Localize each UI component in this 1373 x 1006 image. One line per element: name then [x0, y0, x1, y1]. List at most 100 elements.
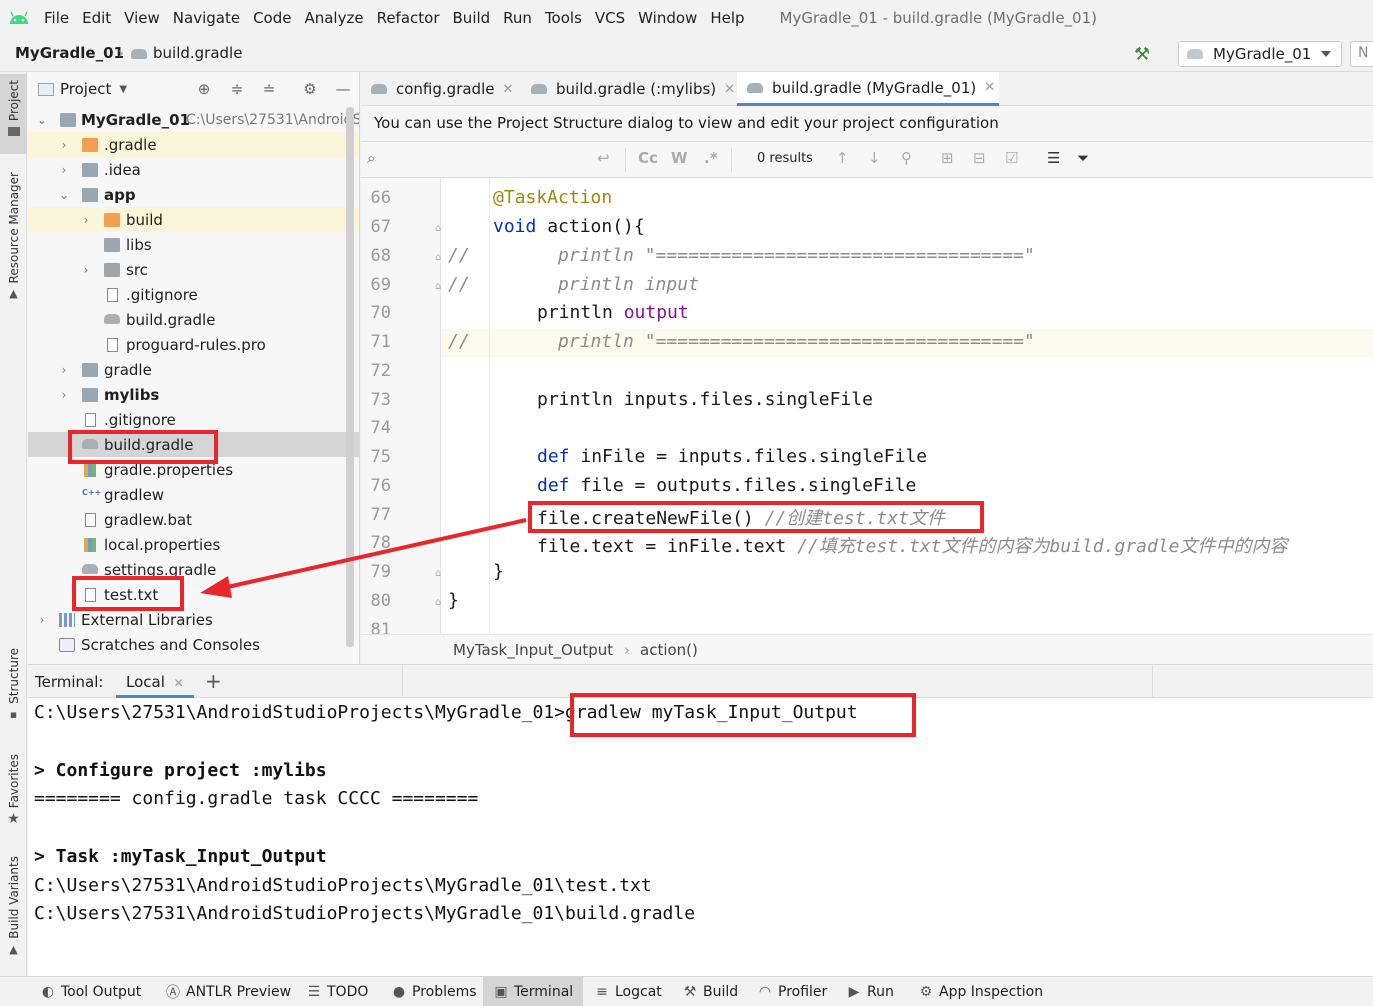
- minimize-icon[interactable]: —: [334, 80, 352, 98]
- close-icon[interactable]: ✕: [174, 676, 184, 690]
- tree-item-build[interactable]: › build: [28, 207, 360, 232]
- menu-build[interactable]: Build: [453, 9, 491, 27]
- add-occurrence-icon[interactable]: ⊞: [941, 149, 954, 167]
- tree-item-gradlew-bat[interactable]: gradlew.bat: [28, 507, 360, 532]
- match-case-button[interactable]: Cc: [638, 149, 658, 167]
- fold-icon[interactable]: ⌂: [435, 252, 441, 263]
- tree-item-src[interactable]: › src: [28, 257, 360, 282]
- tool-tab-build-variants[interactable]: Build Variants ▲: [0, 856, 27, 966]
- tree-item-root[interactable]: ⌄ MyGradle_01 C:\Users\27531\AndroidStud…: [28, 107, 360, 132]
- tree-item-external-libraries[interactable]: › External Libraries: [28, 607, 360, 632]
- pin-icon[interactable]: ⚲: [901, 149, 912, 167]
- tree-item-scratches[interactable]: Scratches and Consoles: [28, 632, 360, 657]
- close-icon[interactable]: ✕: [984, 80, 995, 95]
- tree-item-libs[interactable]: libs: [28, 232, 360, 257]
- project-view-dropdown[interactable]: Project: [60, 80, 111, 98]
- todo-button[interactable]: ☰TODO: [306, 977, 368, 1006]
- build-button[interactable]: ⚒Build: [682, 977, 738, 1006]
- tree-item-mylibs[interactable]: › mylibs: [28, 382, 360, 407]
- menu-refactor[interactable]: Refactor: [377, 9, 440, 27]
- menu-run[interactable]: Run: [503, 9, 532, 27]
- close-icon[interactable]: ✕: [724, 82, 735, 97]
- hammer-build-icon[interactable]: ⚒: [1134, 44, 1150, 65]
- app-inspection-button[interactable]: ⚙App Inspection: [918, 977, 1043, 1006]
- tool-tab-structure[interactable]: Structure ▪: [0, 648, 27, 728]
- whole-word-button[interactable]: W: [671, 149, 688, 167]
- regex-button[interactable]: .*: [704, 149, 718, 167]
- terminal-button[interactable]: ▣Terminal: [483, 977, 583, 1006]
- newline-icon[interactable]: ↩: [597, 149, 610, 167]
- collapse-all-icon[interactable]: ≐: [260, 80, 278, 98]
- tool-tab-favorites[interactable]: Favorites ★: [0, 754, 27, 834]
- problems-button[interactable]: ●Problems: [391, 977, 477, 1006]
- tab-build-gradle-root[interactable]: build.gradle (MyGradle_01) ✕: [737, 72, 999, 106]
- search-icon[interactable]: ⌕: [367, 149, 375, 167]
- add-terminal-icon[interactable]: +: [205, 669, 222, 693]
- tree-item-build-gradle-root[interactable]: build.gradle: [28, 432, 360, 457]
- tree-item-proguard[interactable]: proguard-rules.pro: [28, 332, 360, 357]
- tree-item-gradle-properties[interactable]: gradle.properties: [28, 457, 360, 482]
- breadcrumb-file[interactable]: build.gradle: [153, 44, 242, 62]
- fold-icon[interactable]: ⌂: [435, 281, 441, 292]
- chevron-right-icon[interactable]: ›: [58, 163, 70, 177]
- tab-build-gradle-mylibs[interactable]: build.gradle (:mylibs) ✕: [521, 72, 737, 106]
- locate-icon[interactable]: ⊕: [195, 80, 213, 98]
- code-editor[interactable]: 66 67 68 69 70 71 72 73 74 75 76 77 78 7…: [361, 178, 1373, 634]
- menu-window[interactable]: Window: [638, 9, 697, 27]
- menu-file[interactable]: File: [44, 9, 69, 27]
- menu-navigate[interactable]: Navigate: [173, 9, 240, 27]
- expand-all-icon[interactable]: ≑: [228, 80, 246, 98]
- filter-options-icon[interactable]: ☰: [1047, 149, 1060, 167]
- run-button[interactable]: ▶Run: [846, 977, 894, 1006]
- logcat-button[interactable]: ≡Logcat: [594, 977, 662, 1006]
- menu-help[interactable]: Help: [710, 9, 744, 27]
- menu-vcs[interactable]: VCS: [595, 9, 625, 27]
- search-input[interactable]: [391, 148, 621, 172]
- tree-item-settings-gradle[interactable]: settings.gradle: [28, 557, 360, 582]
- antlr-preview-button[interactable]: ⒶANTLR Preview: [165, 977, 291, 1006]
- chevron-right-icon[interactable]: ›: [80, 213, 92, 227]
- chevron-down-icon[interactable]: ⌄: [58, 188, 70, 202]
- terminal-output[interactable]: C:\Users\27531\AndroidStudioProjects\MyG…: [28, 698, 1373, 976]
- tool-output-button[interactable]: ◐Tool Output: [40, 977, 141, 1006]
- profiler-button[interactable]: ◠Profiler: [757, 977, 827, 1006]
- breadcrumb-class[interactable]: MyTask_Input_Output: [453, 641, 613, 659]
- chevron-right-icon[interactable]: ›: [58, 138, 70, 152]
- tree-item-gradlew[interactable]: C++ gradlew: [28, 482, 360, 507]
- tree-item-build-gradle-app[interactable]: build.gradle: [28, 307, 360, 332]
- terminal-tab-local[interactable]: Local ✕: [116, 665, 194, 698]
- filter-icon[interactable]: ⏷: [1077, 149, 1089, 167]
- menu-edit[interactable]: Edit: [82, 9, 111, 27]
- tree-item-idea[interactable]: › .idea: [28, 157, 360, 182]
- tool-tab-project[interactable]: Project: [0, 74, 27, 154]
- breadcrumb-project[interactable]: MyGradle_01: [15, 44, 124, 62]
- tree-item-test-txt[interactable]: test.txt: [28, 582, 360, 607]
- menu-analyze[interactable]: Analyze: [304, 9, 363, 27]
- tree-item-dot-gradle[interactable]: › .gradle: [28, 132, 360, 157]
- project-scrollbar[interactable]: [346, 107, 354, 647]
- chevron-right-icon[interactable]: ›: [58, 363, 70, 377]
- device-selector-button[interactable]: N: [1350, 41, 1373, 67]
- select-all-occurrences-icon[interactable]: ☑: [1005, 149, 1018, 167]
- tree-item-gradle[interactable]: › gradle: [28, 357, 360, 382]
- chevron-right-icon[interactable]: ›: [36, 613, 48, 627]
- tool-tab-resource-manager[interactable]: Resource Manager ▲: [0, 172, 27, 312]
- arrow-up-icon[interactable]: ↑: [836, 149, 849, 167]
- breadcrumb-method[interactable]: action(): [640, 641, 698, 659]
- close-icon[interactable]: ✕: [502, 82, 513, 97]
- chevron-right-icon[interactable]: ›: [58, 388, 70, 402]
- remove-occurrence-icon[interactable]: ⊟: [973, 149, 986, 167]
- run-configuration-dropdown[interactable]: MyGradle_01: [1178, 41, 1342, 67]
- tree-item-local-properties[interactable]: local.properties: [28, 532, 360, 557]
- arrow-down-icon[interactable]: ↓: [868, 149, 881, 167]
- chevron-down-icon[interactable]: ⌄: [36, 113, 48, 127]
- menu-view[interactable]: View: [124, 9, 160, 27]
- fold-icon[interactable]: ⌂: [435, 223, 441, 234]
- fold-icon[interactable]: ⌂: [435, 568, 441, 579]
- menu-tools[interactable]: Tools: [545, 9, 582, 27]
- fold-icon[interactable]: ⌂: [435, 597, 441, 608]
- tree-item-app[interactable]: ⌄ app: [28, 182, 360, 207]
- tree-item-gitignore-root[interactable]: .gitignore: [28, 407, 360, 432]
- menu-code[interactable]: Code: [253, 9, 291, 27]
- gear-icon[interactable]: ⚙: [301, 80, 319, 98]
